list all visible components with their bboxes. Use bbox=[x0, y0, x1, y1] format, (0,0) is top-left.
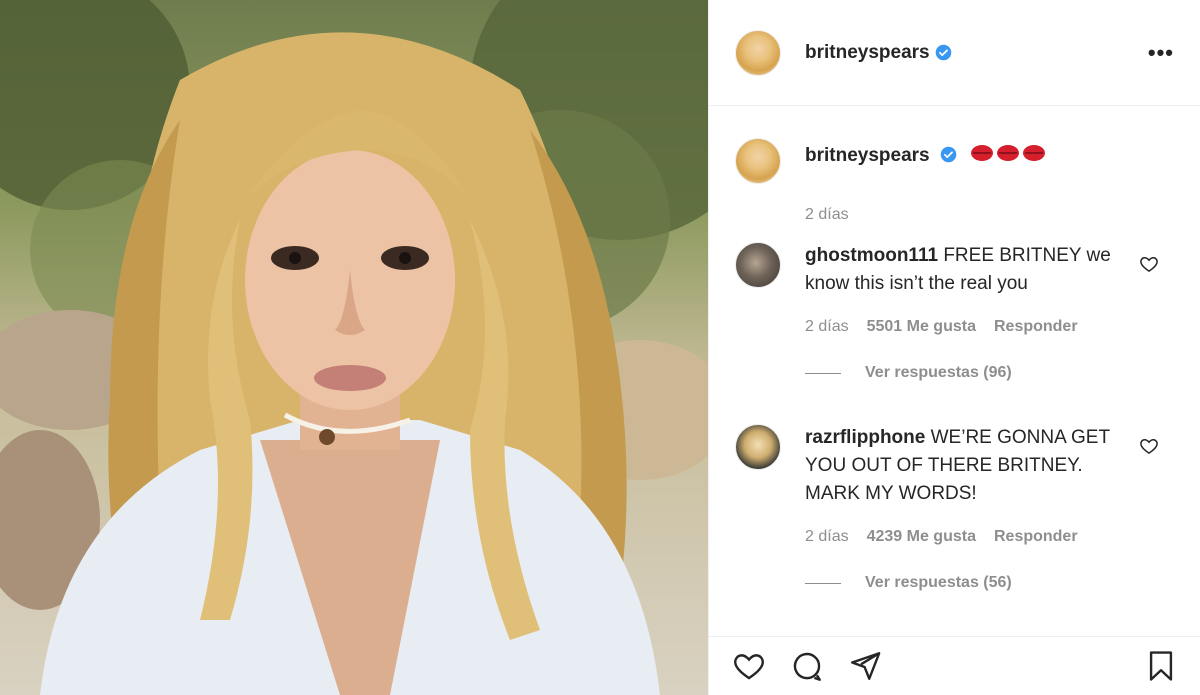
commenter-avatar[interactable] bbox=[735, 242, 781, 288]
comment-item: ghostmoon111 FREE BRITNEY we know this i… bbox=[735, 242, 1175, 382]
post-sidebar: britneyspears ••• britneyspears 2 días g… bbox=[708, 0, 1200, 695]
commenter-username[interactable]: ghostmoon111 bbox=[805, 245, 938, 266]
caption-author-avatar[interactable] bbox=[735, 138, 781, 184]
reply-button[interactable]: Responder bbox=[994, 318, 1078, 336]
comment-meta: 2 días 5501 Me gusta Responder bbox=[805, 318, 1175, 336]
view-replies-label: Ver respuestas (96) bbox=[865, 364, 1012, 381]
author-avatar[interactable] bbox=[735, 29, 781, 76]
comment-item: razrflipphone WE’RE GONNA GET YOU OUT OF… bbox=[735, 424, 1175, 592]
send-icon[interactable] bbox=[847, 649, 883, 683]
verified-badge-icon bbox=[940, 146, 957, 163]
comment-likes[interactable]: 5501 Me gusta bbox=[867, 318, 976, 336]
comment-timestamp: 2 días bbox=[805, 528, 849, 545]
commenter-avatar[interactable] bbox=[735, 424, 781, 470]
comment-like-heart-icon[interactable] bbox=[1139, 436, 1159, 461]
view-replies-button[interactable]: Ver respuestas (56) bbox=[805, 574, 1175, 592]
comment-meta: 2 días 4239 Me gusta Responder bbox=[805, 528, 1175, 546]
comment-like-heart-icon[interactable] bbox=[1139, 254, 1159, 279]
post-header: britneyspears ••• bbox=[709, 0, 1200, 106]
instagram-post: britneyspears ••• britneyspears 2 días g… bbox=[0, 0, 1200, 695]
post-caption: britneyspears 2 días bbox=[735, 138, 1175, 224]
verified-badge-icon bbox=[935, 44, 952, 61]
more-options-icon[interactable]: ••• bbox=[1148, 40, 1174, 66]
post-action-bar bbox=[709, 636, 1200, 695]
replies-divider bbox=[805, 372, 841, 374]
caption-author-username[interactable]: britneyspears bbox=[805, 145, 930, 166]
comment-timestamp: 2 días bbox=[805, 318, 849, 335]
comment-icon[interactable] bbox=[789, 649, 825, 683]
bookmark-icon[interactable] bbox=[1144, 647, 1178, 685]
selfie-photo-illustration bbox=[0, 0, 708, 695]
commenter-username[interactable]: razrflipphone bbox=[805, 427, 925, 448]
kiss-lips-emoji bbox=[970, 141, 1048, 165]
replies-divider bbox=[805, 582, 841, 584]
comment-likes[interactable]: 4239 Me gusta bbox=[867, 528, 976, 546]
view-replies-button[interactable]: Ver respuestas (96) bbox=[805, 364, 1175, 382]
post-photo[interactable] bbox=[0, 0, 708, 695]
author-username[interactable]: britneyspears bbox=[805, 42, 930, 64]
reply-button[interactable]: Responder bbox=[994, 528, 1078, 546]
view-replies-label: Ver respuestas (56) bbox=[865, 574, 1012, 591]
caption-timestamp: 2 días bbox=[805, 206, 849, 223]
heart-icon[interactable] bbox=[731, 649, 767, 683]
